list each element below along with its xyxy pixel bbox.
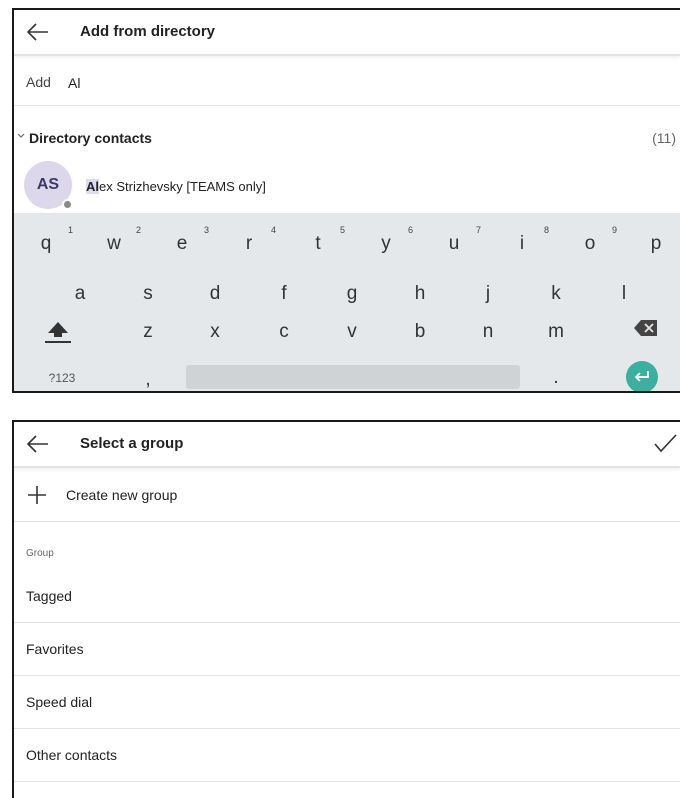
presence-status-icon xyxy=(62,199,73,210)
key-p[interactable]: p xyxy=(636,229,676,259)
key-y[interactable]: y xyxy=(366,229,406,259)
search-input[interactable] xyxy=(68,71,628,95)
key-hint-4: 4 xyxy=(271,225,277,235)
key-hint-1: 1 xyxy=(68,225,74,235)
checkmark-icon[interactable] xyxy=(652,432,678,456)
key-a[interactable]: a xyxy=(60,279,100,309)
key-r[interactable]: r xyxy=(229,229,269,259)
key-z[interactable]: z xyxy=(128,317,168,347)
group-item-label: Tagged xyxy=(26,588,72,604)
key-o[interactable]: o xyxy=(570,229,610,259)
enter-key[interactable] xyxy=(626,361,658,391)
group-item-label: Speed dial xyxy=(26,694,93,710)
key-k[interactable]: k xyxy=(536,279,576,309)
key-hint-5: 5 xyxy=(340,225,346,235)
key-l[interactable]: l xyxy=(604,279,644,309)
create-new-group-label: Create new group xyxy=(66,487,178,503)
group-item-label: Other contacts xyxy=(26,747,118,763)
key-n[interactable]: n xyxy=(468,317,508,347)
page-title: Add from directory xyxy=(80,23,216,40)
search-row: Add xyxy=(14,58,680,106)
plus-icon xyxy=(28,486,46,504)
key-h[interactable]: h xyxy=(400,279,440,309)
key-w[interactable]: w xyxy=(94,229,134,259)
key-hint-2: 2 xyxy=(136,225,142,235)
key-f[interactable]: f xyxy=(264,279,304,309)
back-arrow-icon[interactable] xyxy=(26,432,50,456)
group-item-speed-dial[interactable]: Speed dial xyxy=(14,676,680,729)
back-arrow-icon[interactable] xyxy=(26,20,50,44)
contact-name-rest: ex Strizhevsky [TEAMS only] xyxy=(99,179,266,194)
section-title: Directory contacts xyxy=(29,130,152,146)
backspace-key[interactable] xyxy=(626,317,666,347)
key-hint-3: 3 xyxy=(204,225,210,235)
key-hint-9: 9 xyxy=(612,225,618,235)
create-new-group-button[interactable]: Create new group xyxy=(14,470,680,522)
key-t[interactable]: t xyxy=(298,229,338,259)
shift-key[interactable] xyxy=(38,319,78,349)
select-group-screen: Select a group Create new group Group Ta… xyxy=(12,420,680,798)
enter-arrow-icon xyxy=(634,371,649,382)
key-v[interactable]: v xyxy=(332,317,372,347)
key-hint-8: 8 xyxy=(544,225,550,235)
key-d[interactable]: d xyxy=(195,279,235,309)
search-label: Add xyxy=(26,74,51,90)
shift-arrow-icon xyxy=(45,322,71,343)
group-item-other-contacts[interactable]: Other contacts xyxy=(14,729,680,782)
app-bar: Add from directory xyxy=(14,10,680,56)
group-item-tagged[interactable]: Tagged xyxy=(14,570,680,623)
symbols-key[interactable]: ?123 xyxy=(42,363,82,391)
key-c[interactable]: c xyxy=(264,317,304,347)
section-count: (11) xyxy=(652,130,676,146)
key-u[interactable]: u xyxy=(434,229,474,259)
contact-name: Alex Strizhevsky [TEAMS only] xyxy=(86,179,266,194)
group-section-header: Group xyxy=(26,548,54,559)
page-title: Select a group xyxy=(80,435,184,452)
key-m[interactable]: m xyxy=(536,317,576,347)
key-q[interactable]: q xyxy=(26,229,66,259)
group-item-label: Favorites xyxy=(26,641,84,657)
on-screen-keyboard: q 1 w 2 e 3 r 4 t 5 y 6 u 7 i 8 o 9 p a s d f g h j k l z x c v b n m ?123,… xyxy=(14,213,680,391)
directory-contacts-header[interactable]: Directory contacts (11) xyxy=(14,128,680,148)
add-from-directory-screen: Add from directory Add Directory contact… xyxy=(12,8,680,393)
key-s[interactable]: s xyxy=(128,279,168,309)
backspace-icon xyxy=(634,320,657,336)
key-x[interactable]: x xyxy=(195,317,235,347)
group-item-favorites[interactable]: Favorites xyxy=(14,623,680,676)
comma-key[interactable]: , xyxy=(128,365,168,391)
contact-item[interactable]: AS Alex Strizhevsky [TEAMS only] xyxy=(14,161,680,211)
chevron-down-icon xyxy=(17,133,25,138)
key-hint-6: 6 xyxy=(408,225,414,235)
key-hint-7: 7 xyxy=(476,225,482,235)
key-e[interactable]: e xyxy=(162,229,202,259)
space-key[interactable] xyxy=(186,365,520,389)
period-key[interactable]: . xyxy=(536,363,576,391)
key-j[interactable]: j xyxy=(468,279,508,309)
key-i[interactable]: i xyxy=(502,229,542,259)
app-bar: Select a group xyxy=(14,422,680,468)
contact-name-match: Al xyxy=(86,179,99,194)
key-g[interactable]: g xyxy=(332,279,372,309)
key-b[interactable]: b xyxy=(400,317,440,347)
